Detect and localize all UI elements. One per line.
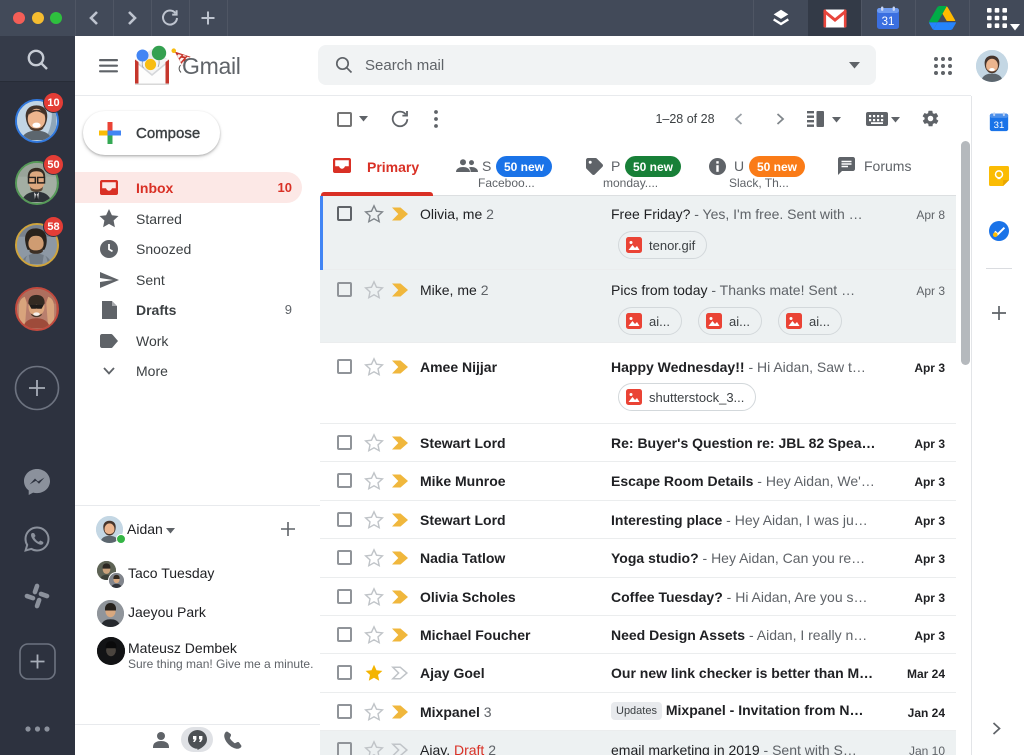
svg-text:31: 31 [994,120,1005,131]
svg-text:31: 31 [882,16,895,28]
